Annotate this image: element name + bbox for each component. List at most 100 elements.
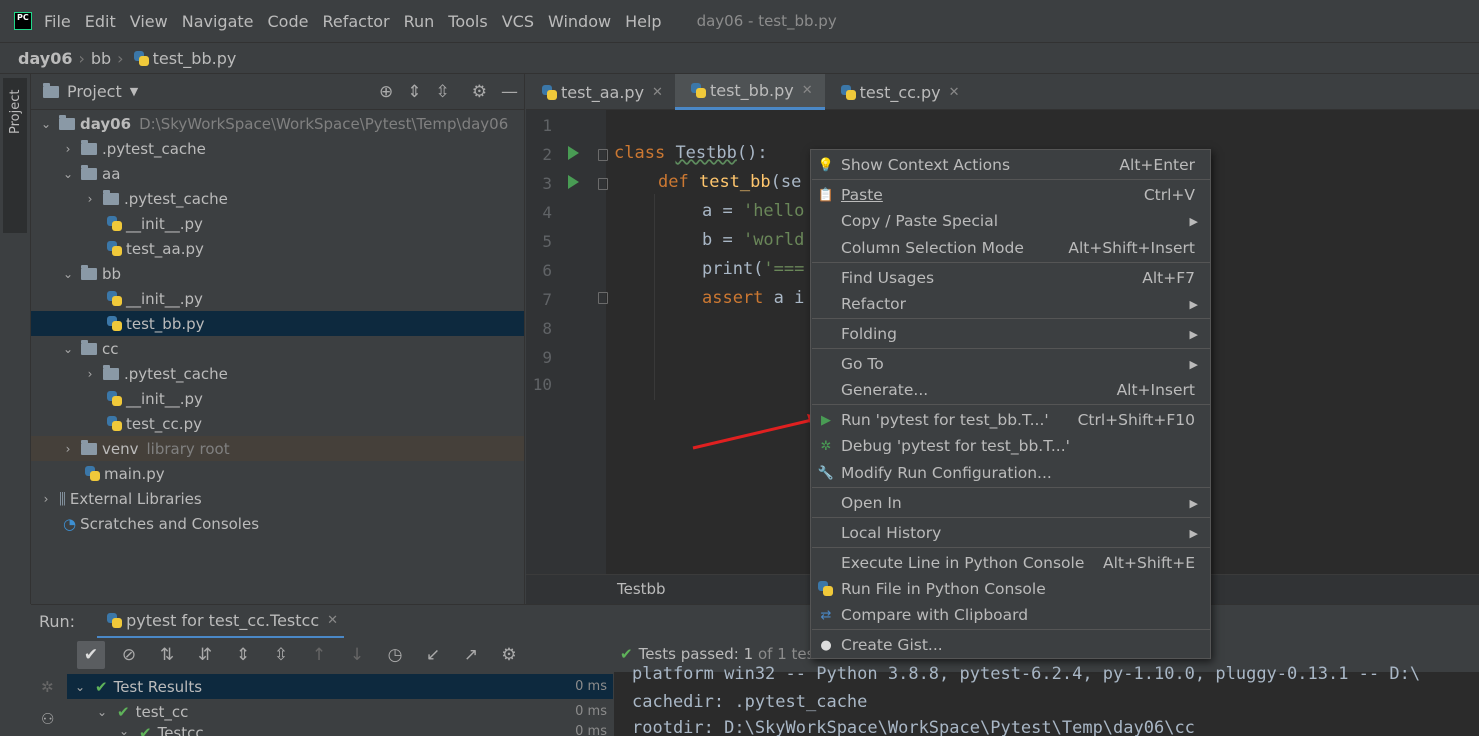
collapse-all-icon[interactable]: ⇳ — [267, 641, 295, 669]
gear-icon[interactable]: ⚙ — [495, 641, 523, 669]
tree-item-scratches[interactable]: ◔ Scratches and Consoles — [31, 511, 524, 536]
gear-icon[interactable]: ⚙ — [472, 82, 487, 102]
locate-icon[interactable]: ⊕ — [379, 82, 393, 102]
chevron-down-icon[interactable]: ⌄ — [95, 705, 109, 719]
close-icon[interactable]: ✕ — [949, 85, 960, 100]
export-tests-icon[interactable]: ↗ — [457, 641, 485, 669]
menu-view[interactable]: View — [123, 12, 175, 31]
project-panel-title[interactable]: Project — [67, 82, 122, 101]
run-console[interactable]: platform win32 -- Python 3.8.8, pytest-6… — [614, 664, 1479, 736]
test-result-row[interactable]: ⌄ ✔ Testcc 0 ms — [67, 724, 613, 736]
chevron-down-icon[interactable]: ▼ — [130, 85, 138, 98]
editor-breadcrumb-class[interactable]: Testbb — [617, 580, 666, 598]
menu-item-find-usages[interactable]: Find Usages Alt+F7 — [811, 265, 1210, 291]
menu-code[interactable]: Code — [261, 12, 316, 31]
menu-navigate[interactable]: Navigate — [175, 12, 261, 31]
chevron-down-icon[interactable]: ⌄ — [61, 342, 75, 356]
menu-tools[interactable]: Tools — [441, 12, 494, 31]
previous-test-icon[interactable]: ↑ — [305, 641, 333, 669]
attach-icon[interactable]: ⚇ — [41, 710, 54, 728]
menu-window[interactable]: Window — [541, 12, 618, 31]
chevron-right-icon[interactable]: › — [61, 442, 75, 456]
tree-item-test-aa[interactable]: test_aa.py — [31, 236, 524, 261]
tab-test-bb[interactable]: test_bb.py ✕ — [674, 74, 825, 110]
menu-item-execute-line[interactable]: Execute Line in Python Console Alt+Shift… — [811, 550, 1210, 576]
menu-item-debug-pytest[interactable]: ✲ Debug 'pytest for test_bb.T...' — [811, 433, 1210, 459]
menu-item-compare-clipboard[interactable]: ⇄ Compare with Clipboard — [811, 602, 1210, 628]
chevron-down-icon[interactable]: ⌄ — [73, 680, 87, 694]
chevron-down-icon[interactable]: ⌄ — [61, 167, 75, 181]
tab-test-aa[interactable]: test_aa.py ✕ — [526, 74, 675, 110]
menu-vcs[interactable]: VCS — [495, 12, 541, 31]
test-result-row[interactable]: ⌄ ✔ Test Results 0 ms — [67, 674, 613, 699]
next-test-icon[interactable]: ↓ — [343, 641, 371, 669]
menu-item-run-file-python-console[interactable]: Run File in Python Console — [811, 576, 1210, 602]
debug-icon[interactable]: ✲ — [41, 678, 54, 696]
menu-item-modify-run-configuration[interactable]: 🔧 Modify Run Configuration... — [811, 460, 1210, 486]
sort-duration-icon[interactable]: ⇵ — [191, 641, 219, 669]
tree-item-external-libraries[interactable]: › ⫼ External Libraries — [31, 486, 524, 511]
history-icon[interactable]: ◷ — [381, 641, 409, 669]
menu-item-copy-paste-special[interactable]: Copy / Paste Special ▶ — [811, 208, 1210, 234]
chevron-down-icon[interactable]: ⌄ — [39, 117, 53, 131]
tree-item-aa-init[interactable]: __init__.py — [31, 211, 524, 236]
tree-item-cc[interactable]: ⌄ cc — [31, 336, 524, 361]
expand-all-icon[interactable]: ⇕ — [229, 641, 257, 669]
tree-item-test-cc[interactable]: test_cc.py — [31, 411, 524, 436]
menu-run[interactable]: Run — [397, 12, 442, 31]
tree-item-aa-pytest-cache[interactable]: › .pytest_cache — [31, 186, 524, 211]
chevron-right-icon[interactable]: › — [61, 142, 75, 156]
breadcrumb-file[interactable]: test_bb.py — [153, 49, 237, 68]
tab-test-cc[interactable]: test_cc.py ✕ — [825, 74, 972, 110]
minimize-icon[interactable]: — — [501, 82, 518, 102]
collapse-all-icon[interactable]: ⇳ — [436, 82, 450, 102]
chevron-right-icon[interactable]: › — [83, 192, 97, 206]
chevron-down-icon[interactable]: ⌄ — [61, 267, 75, 281]
tree-item-day06[interactable]: ⌄ day06 D:\SkyWorkSpace\WorkSpace\Pytest… — [31, 111, 524, 136]
run-gutter-icon[interactable] — [568, 175, 579, 189]
run-tab[interactable]: pytest for test_cc.Testcc ✕ — [97, 605, 345, 639]
close-icon[interactable]: ✕ — [652, 85, 663, 100]
menu-item-local-history[interactable]: Local History ▶ — [811, 520, 1210, 546]
breadcrumb-root[interactable]: day06 — [18, 49, 72, 68]
tree-item-venv[interactable]: › venv library root — [31, 436, 524, 461]
fold-icon[interactable] — [598, 178, 608, 190]
menu-item-open-in[interactable]: Open In ▶ — [811, 490, 1210, 516]
test-result-row[interactable]: ⌄ ✔ test_cc 0 ms — [67, 699, 613, 724]
menu-item-generate[interactable]: Generate... Alt+Insert — [811, 377, 1210, 403]
sort-alpha-icon[interactable]: ⇅ — [153, 641, 181, 669]
show-passed-icon[interactable]: ✔ — [77, 641, 105, 669]
chevron-down-icon[interactable]: ⌄ — [117, 724, 131, 736]
import-tests-icon[interactable]: ↙ — [419, 641, 447, 669]
tree-item-cc-pytest-cache[interactable]: › .pytest_cache — [31, 361, 524, 386]
tree-item-pytest-cache[interactable]: › .pytest_cache — [31, 136, 524, 161]
menu-file[interactable]: File — [44, 12, 78, 31]
menu-item-create-gist[interactable]: ● Create Gist... — [811, 632, 1210, 658]
menu-edit[interactable]: Edit — [78, 12, 123, 31]
breadcrumb-folder[interactable]: bb — [91, 49, 111, 68]
close-icon[interactable]: ✕ — [327, 613, 338, 628]
menu-item-folding[interactable]: Folding ▶ — [811, 321, 1210, 347]
tree-item-main[interactable]: main.py — [31, 461, 524, 486]
tree-item-bb-init[interactable]: __init__.py — [31, 286, 524, 311]
menu-help[interactable]: Help — [618, 12, 668, 31]
chevron-right-icon[interactable]: › — [39, 492, 53, 506]
menu-item-show-context-actions[interactable]: 💡 Show Context Actions Alt+Enter — [811, 152, 1210, 178]
fold-icon[interactable] — [598, 292, 608, 304]
tree-item-aa[interactable]: ⌄ aa — [31, 161, 524, 186]
menu-item-refactor[interactable]: Refactor ▶ — [811, 291, 1210, 317]
menu-item-paste[interactable]: 📋 Paste Ctrl+V — [811, 182, 1210, 208]
chevron-right-icon[interactable]: › — [83, 367, 97, 381]
menu-item-run-pytest[interactable]: ▶ Run 'pytest for test_bb.T...' Ctrl+Shi… — [811, 407, 1210, 433]
menu-refactor[interactable]: Refactor — [315, 12, 396, 31]
tree-item-test-bb[interactable]: test_bb.py — [31, 311, 524, 336]
run-gutter-icon[interactable] — [568, 146, 579, 160]
tree-item-cc-init[interactable]: __init__.py — [31, 386, 524, 411]
fold-icon[interactable] — [598, 149, 608, 161]
tree-item-bb[interactable]: ⌄ bb — [31, 261, 524, 286]
menu-item-go-to[interactable]: Go To ▶ — [811, 351, 1210, 377]
close-icon[interactable]: ✕ — [802, 83, 813, 98]
show-ignored-icon[interactable]: ⊘ — [115, 641, 143, 669]
expand-all-icon[interactable]: ⇕ — [407, 82, 421, 102]
menu-item-column-selection-mode[interactable]: Column Selection Mode Alt+Shift+Insert — [811, 235, 1210, 261]
